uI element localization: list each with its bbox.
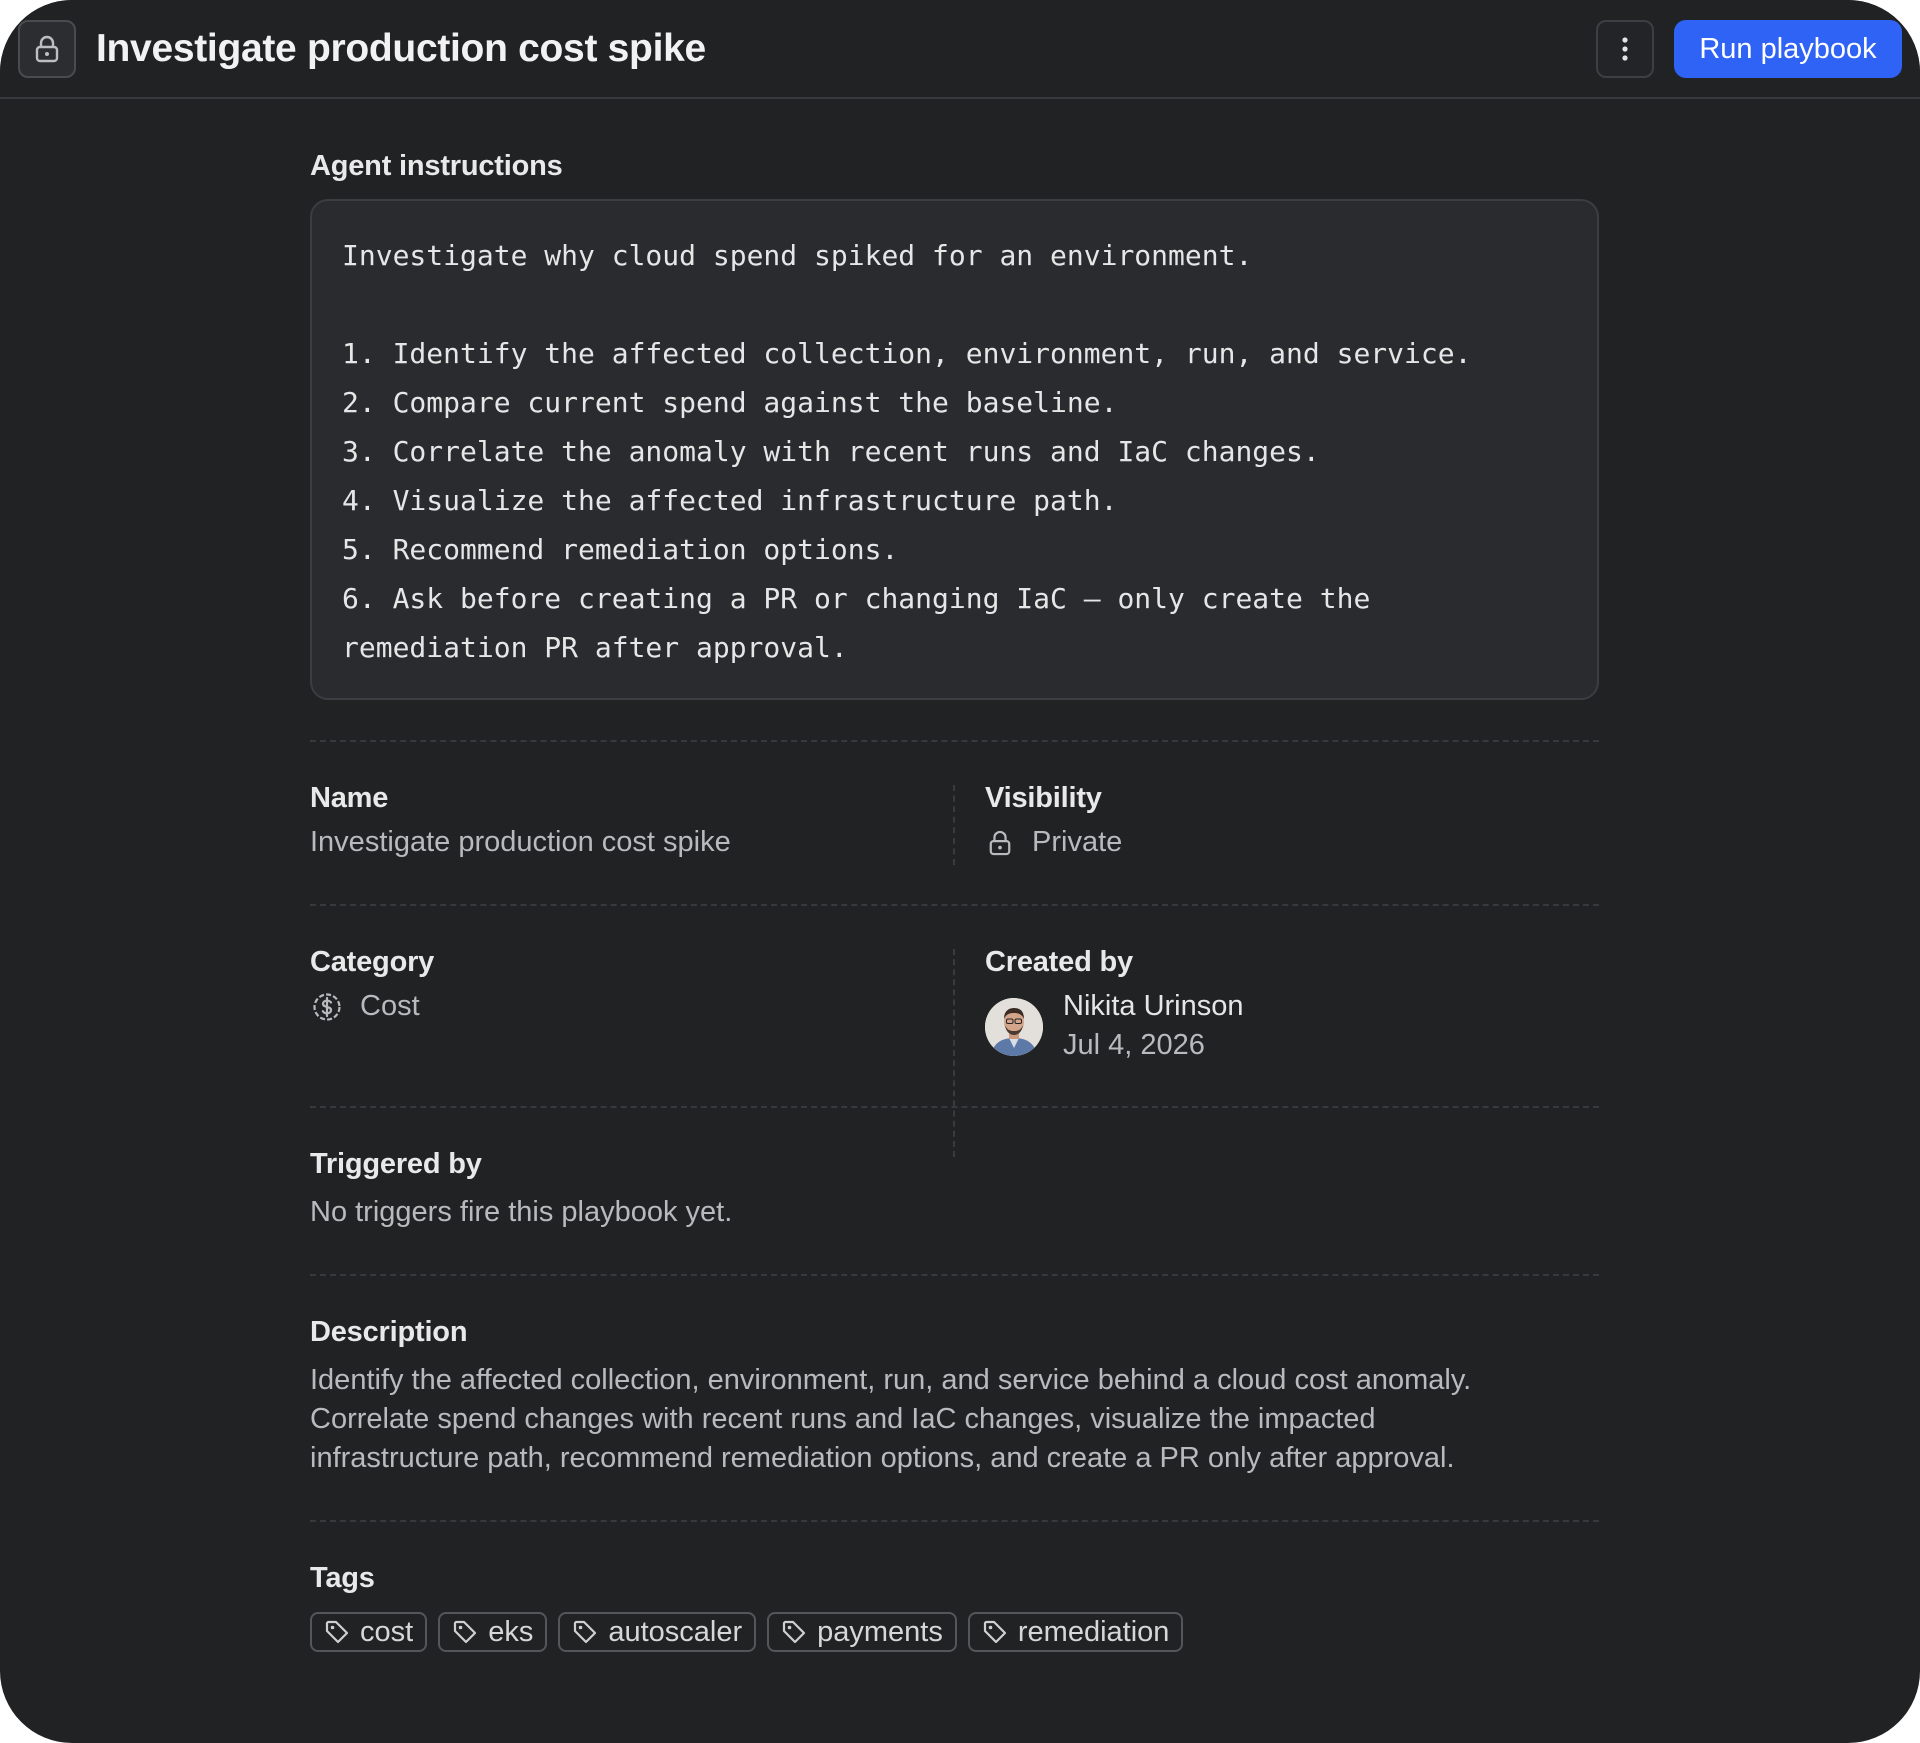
page-title: Investigate production cost spike [96, 27, 706, 70]
tag-payments[interactable]: payments [767, 1612, 957, 1652]
divider [310, 740, 1599, 742]
description-line: Identify the affected collection, enviro… [310, 1364, 1472, 1396]
tag-icon [574, 1620, 597, 1644]
instructions-line: 4. Visualize the affected infrastructure… [342, 484, 1118, 517]
description-line: infrastructure path, recommend remediati… [310, 1442, 1455, 1474]
lock-icon [35, 35, 59, 63]
tag-icon [325, 1620, 349, 1644]
visibility-value-row: Private [988, 826, 1122, 859]
more-options-button[interactable] [1596, 20, 1654, 78]
divider [310, 1106, 1599, 1108]
user-photo [985, 998, 1043, 1056]
divider [310, 1274, 1599, 1276]
tag-autoscaler[interactable]: autoscaler [558, 1612, 757, 1652]
instructions-line: Investigate why cloud spend spiked for a… [342, 239, 1253, 272]
tag-label: autoscaler [608, 1615, 743, 1648]
tag-icon [783, 1620, 806, 1644]
description-label: Description [310, 1316, 468, 1348]
avatar [985, 998, 1043, 1056]
instructions-line: 6. Ask before creating a PR or changing … [342, 582, 1371, 615]
tag-eks[interactable]: eks [438, 1612, 548, 1652]
playbook-window: Investigate production cost spike Run pl… [0, 0, 1920, 1743]
instructions-line: 2. Compare current spend against the bas… [342, 386, 1118, 419]
more-vertical-icon [1622, 37, 1628, 61]
header-bar: Investigate production cost spike Run pl… [0, 0, 1920, 99]
name-label: Name [310, 782, 389, 814]
creator-name: Nikita Urinson [1063, 990, 1244, 1022]
category-label: Category [310, 946, 435, 978]
description-line: Correlate spend changes with recent runs… [310, 1403, 1376, 1435]
visibility-lock-button[interactable] [18, 20, 76, 78]
tag-label: cost [360, 1615, 414, 1648]
triggered-by-value: No triggers fire this playbook yet. [310, 1196, 733, 1228]
visibility-value: Private [1032, 826, 1123, 858]
tag-remediation[interactable]: remediation [967, 1612, 1184, 1652]
tag-label: eks [488, 1615, 534, 1648]
instructions-code-box: Investigate why cloud spend spiked for a… [310, 199, 1599, 700]
category-value: Cost [360, 990, 420, 1022]
playbook-details: Agent instructions Investigate why cloud… [310, 99, 1600, 1652]
instructions-label: Agent instructions [310, 150, 563, 182]
instructions-line: 3. Correlate the anomaly with recent run… [342, 435, 1320, 468]
tags-label: Tags [310, 1562, 375, 1594]
tag-icon [454, 1620, 477, 1644]
run-playbook-button[interactable]: Run playbook [1674, 20, 1902, 78]
tag-icon [983, 1620, 1006, 1644]
name-value: Investigate production cost spike [310, 826, 731, 858]
triggered-by-label: Triggered by [310, 1148, 482, 1180]
instructions-line: 1. Identify the affected collection, env… [342, 337, 1472, 370]
created-date: Jul 4, 2026 [1063, 1029, 1205, 1061]
visibility-label: Visibility [985, 782, 1102, 814]
tag-label: remediation [1017, 1615, 1170, 1648]
dollar-circle-icon [313, 992, 341, 1021]
tag-list: cost eks autoscaler payments remediation [310, 1612, 1184, 1652]
instructions-line: remediation PR after approval. [342, 631, 848, 664]
column-divider [953, 949, 955, 1157]
tag-label: payments [817, 1615, 943, 1648]
created-by-label: Created by [985, 946, 1133, 978]
instructions-line: 5. Recommend remediation options. [342, 533, 899, 566]
tag-cost[interactable]: cost [310, 1612, 428, 1652]
instructions-line [342, 280, 1567, 329]
column-divider [953, 785, 955, 865]
category-value-row: Cost [312, 990, 420, 1023]
divider [310, 904, 1599, 906]
lock-icon [989, 830, 1011, 855]
divider [310, 1520, 1599, 1522]
